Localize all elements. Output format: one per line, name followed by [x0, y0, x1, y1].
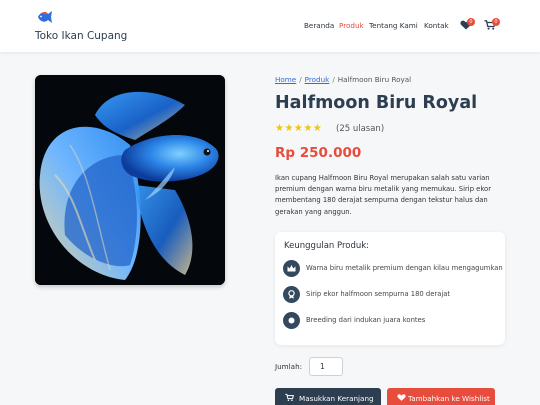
- award-icon: [283, 286, 300, 303]
- betta-fish-illustration: [35, 75, 225, 285]
- breadcrumb-separator: /: [299, 75, 302, 84]
- product-price: Rp 250.000: [275, 145, 362, 161]
- add-to-cart-button[interactable]: Masukkan Keranjang: [275, 388, 381, 405]
- cart-count-badge: 0: [492, 18, 500, 26]
- crown-icon: [283, 260, 300, 277]
- breadcrumb-separator: /: [332, 75, 335, 84]
- add-to-wishlist-button[interactable]: Tambahkan ke Wishlist: [387, 388, 495, 405]
- breadcrumb-produk[interactable]: Produk: [305, 75, 330, 84]
- nav-beranda[interactable]: Beranda: [304, 21, 334, 30]
- breadcrumb: Home / Produk / Halfmoon Biru Royal: [275, 75, 411, 84]
- add-to-wishlist-label: Tambahkan ke Wishlist: [408, 394, 490, 403]
- review-count: (25 ulasan): [336, 124, 385, 134]
- wishlist-count-badge: 0: [467, 18, 475, 26]
- nav-tentang-kami[interactable]: Tentang Kami: [369, 21, 418, 30]
- feature-item: Sirip ekor halfmoon sempurna 180 derajat: [283, 286, 503, 304]
- features-card: Keunggulan Produk: Warna biru metalik pr…: [275, 232, 505, 345]
- product-title: Halfmoon Biru Royal: [275, 93, 478, 113]
- feature-item: Warna biru metalik premium dengan kilau …: [283, 260, 503, 278]
- rating-stars: ★★★★★: [275, 123, 323, 134]
- cart-icon: [285, 393, 294, 401]
- quantity-label: Jumlah:: [275, 362, 303, 371]
- feature-text: Breeding dari indukan juara kontes: [306, 316, 426, 324]
- feature-text: Warna biru metalik premium dengan kilau …: [306, 264, 503, 272]
- breadcrumb-current: Halfmoon Biru Royal: [337, 75, 412, 84]
- nav-produk[interactable]: Produk: [339, 21, 364, 30]
- feature-text: Sirip ekor halfmoon sempurna 180 derajat: [306, 290, 451, 298]
- product-description: Ikan cupang Halfmoon Biru Royal merupaka…: [275, 174, 491, 216]
- dna-icon: [283, 312, 300, 329]
- feature-item: Breeding dari indukan juara kontes: [283, 312, 503, 330]
- add-to-cart-label: Masukkan Keranjang: [299, 394, 374, 403]
- brand-name[interactable]: Toko Ikan Cupang: [35, 30, 127, 42]
- site-header: Toko Ikan Cupang Beranda Produk Tentang …: [0, 0, 540, 52]
- heart-icon: [397, 394, 406, 401]
- breadcrumb-home[interactable]: Home: [275, 75, 296, 84]
- fish-logo-icon[interactable]: [36, 10, 54, 24]
- quantity-input[interactable]: [309, 357, 343, 376]
- features-heading: Keunggulan Produk:: [284, 241, 370, 251]
- product-image[interactable]: [35, 75, 225, 285]
- nav-kontak[interactable]: Kontak: [424, 21, 449, 30]
